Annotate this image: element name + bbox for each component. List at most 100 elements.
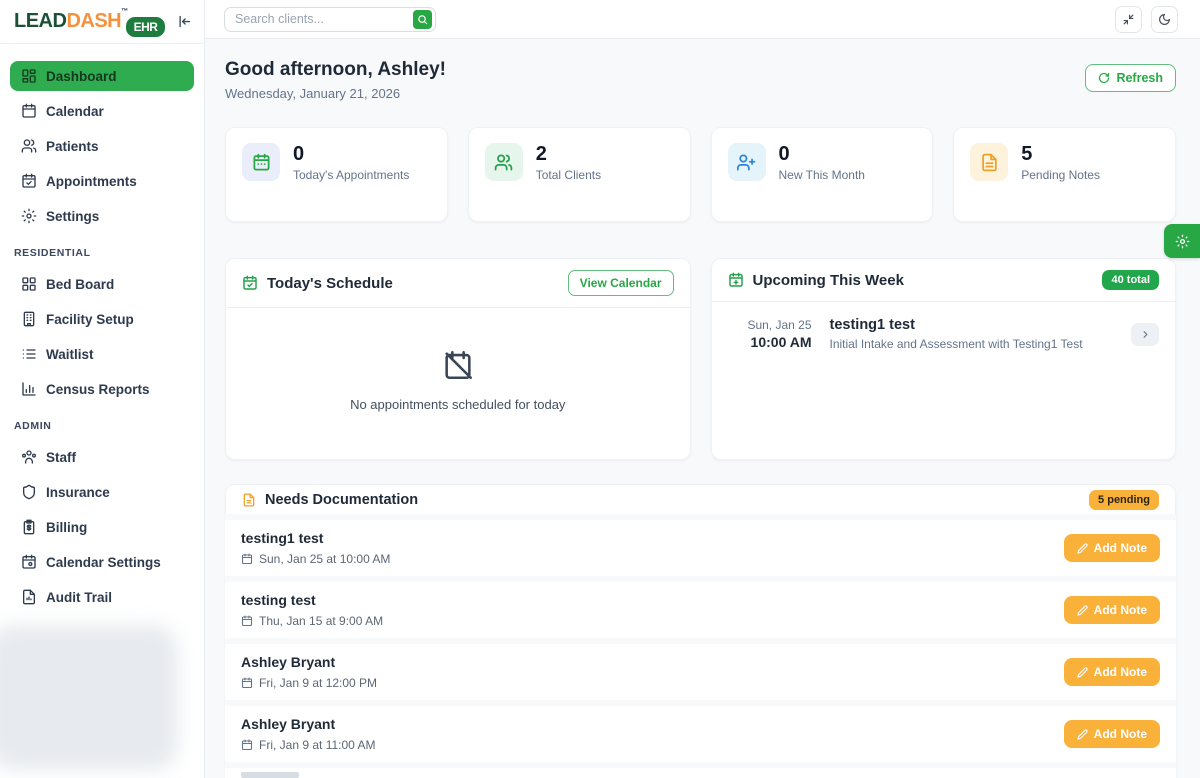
add-note-button[interactable]: Add Note: [1064, 596, 1160, 624]
logo-dash-text: DASH: [66, 10, 121, 32]
total-count-badge: 40 total: [1102, 270, 1159, 290]
client-name: testing1 test: [241, 530, 390, 546]
pencil-icon: [1077, 543, 1088, 554]
stat-card-new-this-month: 0 New This Month: [711, 127, 934, 222]
appointment-datetime: Sun, Jan 25 at 10:00 AM: [241, 552, 390, 566]
stat-value: 5: [1021, 143, 1100, 165]
sidebar-section-residential: RESIDENTIAL: [14, 247, 194, 259]
upcoming-week-panel: Upcoming This Week 40 total Sun, Jan 25 …: [711, 258, 1177, 460]
sidebar-item-waitlist[interactable]: Waitlist: [10, 339, 194, 369]
view-calendar-button[interactable]: View Calendar: [568, 270, 674, 296]
shrink-icon: [1122, 13, 1135, 26]
sidebar-item-label: Patients: [46, 139, 99, 154]
sidebar-item-calendar[interactable]: Calendar: [10, 96, 194, 126]
sidebar-item-label: Dashboard: [46, 69, 117, 84]
floating-settings-button[interactable]: [1164, 224, 1200, 258]
logo-trademark: ™: [121, 8, 128, 15]
schedule-empty-state: No appointments scheduled for today: [226, 308, 690, 459]
sidebar-item-label: Insurance: [46, 485, 110, 500]
add-note-label: Add Note: [1094, 541, 1147, 555]
sidebar-item-audit-trail[interactable]: Audit Trail: [10, 582, 194, 612]
calendar-icon: [241, 677, 253, 689]
stat-value: 0: [293, 143, 409, 165]
calendar-off-icon: [441, 348, 475, 382]
documentation-row: Ashley Bryant Fri, Jan 9 at 11:00 AM Add…: [225, 706, 1176, 762]
bar-chart-icon: [21, 381, 37, 397]
add-note-label: Add Note: [1094, 603, 1147, 617]
stat-card-todays-appointments: 0 Today's Appointments: [225, 127, 448, 222]
logo-ehr-badge: EHR: [126, 17, 166, 37]
stat-label: Total Clients: [536, 168, 601, 182]
section-title: Needs Documentation: [265, 492, 418, 508]
documentation-row: testing test Thu, Jan 15 at 9:00 AM Add …: [225, 582, 1176, 638]
pending-count-badge: 5 pending: [1089, 490, 1159, 510]
dark-mode-button[interactable]: [1151, 6, 1178, 33]
moon-icon: [1158, 13, 1171, 26]
sidebar-section-admin: ADMIN: [14, 420, 194, 432]
upcoming-week-header: Upcoming This Week 40 total: [712, 259, 1176, 302]
appointment-row[interactable]: Sun, Jan 25 10:00 AM testing1 test Initi…: [712, 302, 1176, 366]
panel-title: Today's Schedule: [267, 275, 393, 292]
current-date: Wednesday, January 21, 2026: [225, 86, 446, 101]
documentation-row: testing1 test Sun, Jan 25 at 10:00 AM Ad…: [225, 520, 1176, 576]
sidebar-item-calendar-settings[interactable]: Calendar Settings: [10, 547, 194, 577]
search-icon[interactable]: [413, 10, 432, 29]
calendar-check-icon: [242, 275, 258, 291]
calendar-plus-icon: [728, 272, 744, 288]
file-text-icon: [970, 143, 1008, 181]
sidebar-item-label: Facility Setup: [46, 312, 134, 327]
content-column: Good afternoon, Ashley! Wednesday, Janua…: [205, 0, 1200, 778]
gear-icon: [1175, 234, 1190, 249]
pencil-icon: [1077, 605, 1088, 616]
file-icon: [21, 589, 37, 605]
calendar-check-icon: [21, 173, 37, 189]
gear-icon: [21, 208, 37, 224]
sidebar-item-appointments[interactable]: Appointments: [10, 166, 194, 196]
sidebar-item-label: Bed Board: [46, 277, 114, 292]
add-note-button[interactable]: Add Note: [1064, 534, 1160, 562]
shield-icon: [21, 484, 37, 500]
appointment-time: 10:00 AM: [728, 334, 812, 350]
topbar-actions: [1115, 6, 1178, 33]
app-logo: LEADDASH™EHR: [14, 10, 165, 33]
sidebar-item-staff[interactable]: Staff: [10, 442, 194, 472]
calendar-icon: [241, 553, 253, 565]
refresh-button[interactable]: Refresh: [1085, 64, 1176, 92]
pencil-icon: [1077, 729, 1088, 740]
sidebar-item-bed-board[interactable]: Bed Board: [10, 269, 194, 299]
refresh-label: Refresh: [1116, 71, 1163, 85]
billing-icon: [21, 519, 37, 535]
user-plus-icon: [728, 143, 766, 181]
client-name: Ashley Bryant: [241, 654, 377, 670]
add-note-button[interactable]: Add Note: [1064, 720, 1160, 748]
sidebar-item-label: Calendar: [46, 104, 104, 119]
stat-label: Pending Notes: [1021, 168, 1100, 182]
dashboard-icon: [21, 68, 37, 84]
appointment-datetime: Fri, Jan 9 at 12:00 PM: [241, 676, 377, 690]
sidebar-item-census-reports[interactable]: Census Reports: [10, 374, 194, 404]
sidebar-item-dashboard[interactable]: Dashboard: [10, 61, 194, 91]
needs-documentation-section: Needs Documentation 5 pending testing1 t…: [225, 484, 1176, 778]
dashboard-main: Good afternoon, Ashley! Wednesday, Janua…: [205, 39, 1200, 778]
sidebar-item-billing[interactable]: Billing: [10, 512, 194, 542]
sidebar-item-facility-setup[interactable]: Facility Setup: [10, 304, 194, 334]
sidebar-collapse-icon[interactable]: [177, 14, 192, 29]
stat-label: New This Month: [779, 168, 865, 182]
fullscreen-toggle-button[interactable]: [1115, 6, 1142, 33]
staff-icon: [21, 449, 37, 465]
datetime-text: Thu, Jan 15 at 9:00 AM: [259, 614, 383, 628]
add-note-button[interactable]: Add Note: [1064, 658, 1160, 686]
file-text-icon: [242, 493, 256, 507]
stat-label: Today's Appointments: [293, 168, 409, 182]
sidebar-nav: Dashboard Calendar Patients Appointments…: [0, 44, 204, 612]
sidebar-item-patients[interactable]: Patients: [10, 131, 194, 161]
sidebar-item-label: Settings: [46, 209, 99, 224]
sidebar-item-insurance[interactable]: Insurance: [10, 477, 194, 507]
client-name: Ashley Bryant: [241, 716, 376, 732]
sidebar-item-settings[interactable]: Settings: [10, 201, 194, 231]
sidebar-item-label: Audit Trail: [46, 590, 112, 605]
page-title: Good afternoon, Ashley!: [225, 59, 446, 81]
calendar-icon: [21, 103, 37, 119]
search-input[interactable]: [235, 12, 413, 26]
chevron-right-icon[interactable]: [1131, 323, 1159, 346]
